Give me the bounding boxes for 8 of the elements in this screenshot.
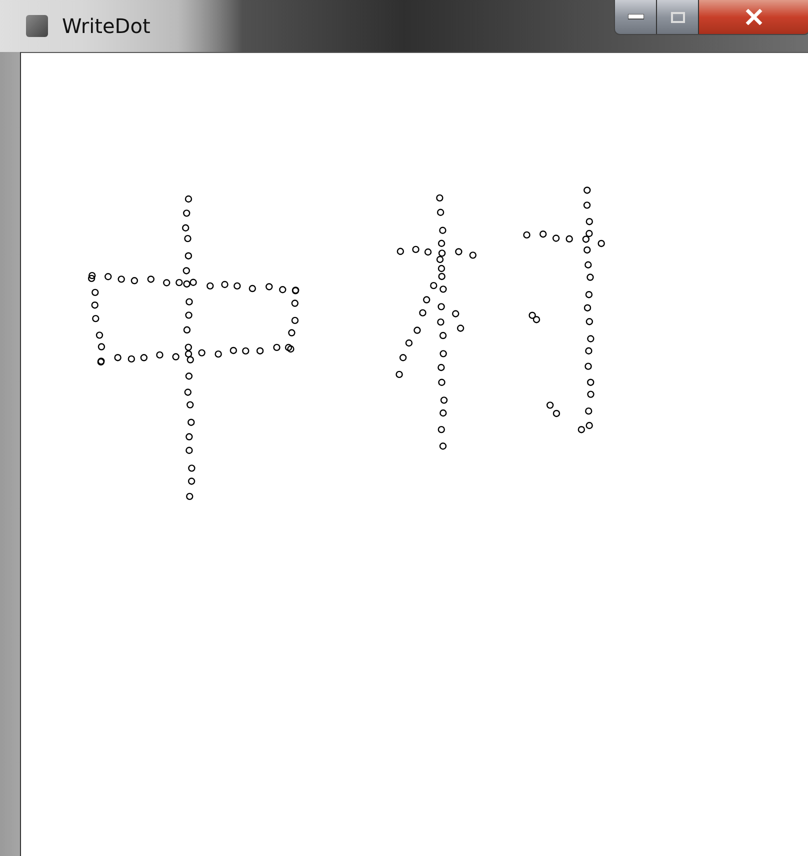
close-button[interactable]: [699, 0, 808, 34]
minimize-icon: [628, 14, 644, 20]
minimize-button[interactable]: [615, 0, 657, 34]
app-icon: [26, 15, 48, 37]
maximize-button[interactable]: [657, 0, 699, 34]
maximize-icon: [670, 12, 684, 22]
close-icon: [744, 9, 764, 25]
window-title: WriteDot: [62, 14, 150, 38]
